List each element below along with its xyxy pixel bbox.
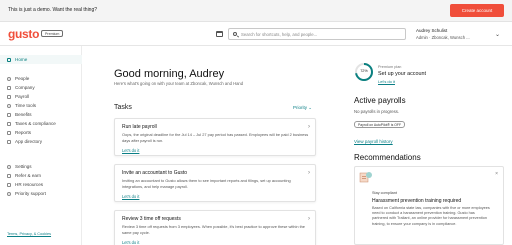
task-title: Invite an accountant to Gusto	[122, 170, 188, 176]
task-body: Review 3 time off requests from 3 employ…	[122, 224, 305, 235]
payroll-icon	[7, 94, 11, 99]
create-account-button[interactable]: Create account	[450, 4, 504, 17]
clock-icon	[7, 103, 11, 108]
task-card[interactable]: Run late payroll › Oops, the original de…	[114, 118, 316, 156]
search-input[interactable]: Search for shortcuts, help, and people..…	[228, 28, 406, 40]
user-company[interactable]: Admin · Zboncak, Wunsch ...	[416, 35, 470, 40]
terms-privacy-link[interactable]: Terms, Privacy, & Cookies	[7, 232, 51, 236]
recommendation-body: Based on California state law, companies…	[372, 206, 490, 226]
sidebar-item-hr-resources[interactable]: HR resources	[0, 180, 82, 189]
sidebar-item-label: Priority support	[15, 191, 46, 196]
close-icon[interactable]: ×	[495, 171, 498, 177]
setup-link[interactable]: Let's do it	[378, 79, 395, 84]
benefits-icon	[7, 112, 11, 117]
top-header: gusto Premium Search for shortcuts, help…	[0, 22, 512, 46]
chevron-down-icon: ⌄	[308, 105, 313, 110]
user-name[interactable]: Audrey Schulist	[416, 28, 447, 33]
sidebar: Home People Company Payroll Time tools B…	[0, 46, 82, 245]
arrow-right-icon: ›	[308, 124, 310, 130]
company-icon	[7, 85, 11, 90]
book-icon	[7, 182, 11, 187]
reports-icon	[7, 130, 11, 135]
compliance-illustration-icon	[359, 172, 372, 183]
sidebar-item-label: Taxes & compliance	[15, 121, 56, 126]
calendar-icon[interactable]	[216, 31, 223, 37]
plan-label: Premium plan	[378, 65, 402, 69]
sidebar-item-label: Company	[15, 85, 35, 90]
sidebar-item-payroll[interactable]: Payroll	[0, 92, 82, 101]
task-title: Run late payroll	[122, 124, 157, 130]
sidebar-item-label: App directory	[15, 139, 43, 144]
payroll-status: No payrolls in progress.	[354, 109, 400, 114]
home-icon	[7, 57, 11, 62]
gusto-logo[interactable]: gusto	[8, 27, 39, 41]
setup-title: Set up your account	[378, 71, 426, 77]
sidebar-item-priority-support[interactable]: Priority support	[0, 189, 82, 198]
task-link[interactable]: Let's do it	[122, 148, 139, 153]
tasks-heading: Tasks	[114, 104, 132, 111]
page-subtitle: Here's what's going on with your team at…	[114, 81, 244, 86]
sidebar-item-label: Settings	[15, 164, 32, 169]
sidebar-item-label: Payroll	[15, 94, 30, 99]
task-card[interactable]: Invite an accountant to Gusto › Inviting…	[114, 164, 316, 202]
plan-badge: Premium	[41, 30, 64, 37]
task-title: Review 3 time off requests	[122, 216, 181, 222]
task-body: Inviting an accountant to Gusto allows t…	[122, 178, 291, 189]
sidebar-item-label: Reports	[15, 130, 32, 135]
sidebar-item-label: Time tools	[15, 103, 37, 108]
task-link[interactable]: Let's do it	[122, 240, 139, 245]
page-title: Good morning, Audrey	[114, 68, 225, 80]
sidebar-item-label: Benefits	[15, 112, 32, 117]
gear-icon	[7, 164, 11, 169]
arrow-right-icon: ›	[308, 216, 310, 222]
demo-banner: This is just a demo. Want the real thing…	[0, 0, 512, 22]
sidebar-item-time-tools[interactable]: Time tools	[0, 101, 82, 110]
sidebar-item-company[interactable]: Company	[0, 83, 82, 92]
taxes-icon	[7, 121, 11, 126]
gift-icon	[7, 173, 11, 178]
sidebar-item-refer[interactable]: Refer & earn	[0, 171, 82, 180]
sidebar-item-label: Refer & earn	[15, 173, 42, 178]
active-payrolls-heading: Active payrolls	[354, 96, 406, 105]
setup-progress-ring: 72%	[354, 62, 374, 82]
sidebar-item-reports[interactable]: Reports	[0, 128, 82, 137]
task-link[interactable]: Let's do it	[122, 194, 139, 199]
recommendation-tag: Stay compliant	[372, 191, 397, 195]
people-icon	[7, 76, 11, 81]
sidebar-item-label: People	[15, 76, 30, 81]
demo-banner-text: This is just a demo. Want the real thing…	[8, 7, 98, 13]
sort-dropdown[interactable]: Priority ⌄	[293, 105, 312, 111]
recommendation-title: Harassment prevention training required	[372, 198, 462, 204]
sidebar-item-benefits[interactable]: Benefits	[0, 110, 82, 119]
sidebar-item-label: Home	[15, 57, 28, 62]
support-icon	[7, 191, 11, 196]
sidebar-item-taxes[interactable]: Taxes & compliance	[0, 119, 82, 128]
sidebar-item-app-directory[interactable]: App directory	[0, 137, 82, 146]
task-body: Oops, the original deadline for the Jul …	[122, 132, 309, 143]
search-placeholder: Search for shortcuts, help, and people..…	[241, 32, 318, 37]
sidebar-item-label: HR resources	[15, 182, 44, 187]
recommendation-card[interactable]: × Stay compliant Harassment prevention t…	[354, 166, 504, 245]
sidebar-item-settings[interactable]: Settings	[0, 162, 82, 171]
sort-label: Priority	[293, 105, 308, 110]
sidebar-item-people[interactable]: People	[0, 74, 82, 83]
payroll-history-link[interactable]: View payroll history	[354, 139, 393, 144]
setup-progress-value: 72%	[360, 69, 368, 73]
sidebar-item-home[interactable]: Home	[0, 55, 82, 64]
recommendations-heading: Recommendations	[354, 153, 421, 162]
apps-icon	[7, 139, 11, 144]
arrow-right-icon: ›	[308, 170, 310, 176]
chevron-down-icon[interactable]: ⌄	[495, 31, 500, 38]
task-card[interactable]: Review 3 time off requests › Review 3 ti…	[114, 210, 316, 245]
search-icon	[233, 32, 237, 36]
autopilot-status-pill[interactable]: Payroll on AutoPilot® is OFF	[354, 121, 406, 128]
